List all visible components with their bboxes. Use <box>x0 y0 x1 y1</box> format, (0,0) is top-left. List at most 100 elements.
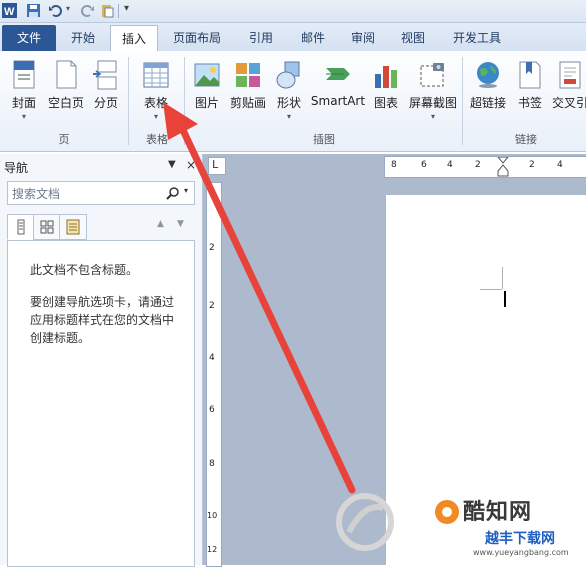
cross-reference-icon <box>559 61 581 89</box>
page-break-button[interactable]: 分页 <box>88 56 124 134</box>
blank-page-button[interactable]: 空白页 <box>44 56 88 134</box>
undo-icon[interactable] <box>48 3 63 18</box>
tab-file[interactable]: 文件 <box>2 25 56 51</box>
vertical-ruler[interactable]: 2 2 4 6 8 10 12 <box>206 182 222 567</box>
smartart-button[interactable]: SmartArt <box>308 56 368 134</box>
chart-icon <box>375 66 397 88</box>
chevron-down-icon: ▾ <box>21 112 26 121</box>
ruler-tick: 8 <box>391 160 397 170</box>
navigation-tabs: ▲ ▼ <box>7 214 193 240</box>
chart-button[interactable]: 图表 <box>368 56 404 134</box>
cover-label: 封面 <box>11 96 36 110</box>
search-options-icon[interactable]: ▾ <box>184 186 188 195</box>
results-list-icon <box>66 219 80 235</box>
close-icon[interactable]: × <box>186 158 196 172</box>
quick-access-toolbar: W ▾ ▾ <box>0 0 586 23</box>
help-line-2: 应用标题样式在您的文档中 <box>30 313 175 327</box>
search-icon[interactable] <box>166 186 180 200</box>
ruler-tick: 8 <box>209 459 215 469</box>
watermark-brand: 酷知网 <box>463 500 533 525</box>
bookmark-icon <box>519 61 541 89</box>
pane-options-icon[interactable]: ▼ <box>168 159 176 170</box>
qat-divider <box>118 4 119 18</box>
chevron-down-icon: ▾ <box>430 112 435 121</box>
tab-view[interactable]: 视图 <box>390 27 436 49</box>
tab-home[interactable]: 开始 <box>60 27 106 49</box>
tab-mailings[interactable]: 邮件 <box>290 27 336 49</box>
clipart-label: 剪贴画 <box>229 96 266 110</box>
search-input[interactable]: 搜索文档 ▾ <box>7 181 195 205</box>
table-button[interactable]: 表格 ▾ <box>136 56 176 134</box>
clipart-icon <box>236 63 260 87</box>
watermark: 酷知网 越丰下载网 www.yueyangbang.com <box>335 488 586 565</box>
tab-developer[interactable]: 开发工具 <box>442 27 512 49</box>
ruler-tick: 4 <box>557 160 563 170</box>
ribbon-tabs: 文件 开始 插入 页面布局 引用 邮件 审阅 视图 开发工具 <box>0 23 586 53</box>
margin-corner-mark <box>502 267 503 289</box>
picture-label: 图片 <box>194 96 219 110</box>
customize-icon[interactable]: ▾ <box>124 3 129 14</box>
screenshot-button[interactable]: 屏幕截图 ▾ <box>406 56 460 134</box>
tab-review[interactable]: 审阅 <box>340 27 386 49</box>
tab-browse-results[interactable] <box>59 214 87 240</box>
ruler-tick: 2 <box>209 301 215 311</box>
word-icon[interactable]: W <box>2 3 17 18</box>
tab-browse-pages[interactable] <box>33 214 61 240</box>
cross-reference-button[interactable]: 交叉引 <box>550 56 586 134</box>
hyperlink-label: 超链接 <box>469 96 506 110</box>
table-label: 表格 <box>143 96 168 110</box>
watermark-site: www.yueyangbang.com <box>473 548 569 557</box>
picture-button[interactable]: 图片 <box>188 56 226 134</box>
bookmark-button[interactable]: 书签 <box>512 56 548 134</box>
paste-format-icon[interactable] <box>100 3 115 18</box>
save-icon[interactable] <box>26 3 41 18</box>
ruler-tick: 4 <box>209 353 215 363</box>
indent-marker-icon[interactable] <box>497 157 509 177</box>
previous-icon[interactable]: ▲ <box>157 219 164 229</box>
search-placeholder: 搜索文档 <box>12 187 61 201</box>
blank-page-label: 空白页 <box>47 96 84 110</box>
group-label-illustrations: 插图 <box>313 133 335 146</box>
hyperlink-button[interactable]: 超链接 <box>466 56 510 134</box>
tab-browse-headings[interactable] <box>7 214 35 240</box>
group-label-pages: 页 <box>58 133 70 146</box>
chart-label: 图表 <box>373 96 398 110</box>
ruler-tick: 10 <box>207 511 218 520</box>
margin-corner-mark <box>480 289 502 290</box>
ruler-tick: 2 <box>529 160 535 170</box>
page-break-label: 分页 <box>93 96 118 110</box>
brand-logo-icon <box>435 500 459 524</box>
group-label-links: 链接 <box>515 133 537 146</box>
page-break-icon <box>93 60 117 90</box>
chevron-down-icon: ▾ <box>286 112 291 121</box>
bookmark-label: 书签 <box>517 96 542 110</box>
text-cursor <box>504 291 506 307</box>
ruler-tick: 2 <box>475 160 481 170</box>
tab-references[interactable]: 引用 <box>238 27 284 49</box>
shapes-label: 形状 <box>276 96 301 110</box>
tab-page-layout[interactable]: 页面布局 <box>164 27 230 49</box>
globe-link-icon <box>477 62 499 88</box>
shapes-button[interactable]: 形状 ▾ <box>272 56 306 134</box>
clipart-button[interactable]: 剪贴画 <box>226 56 270 134</box>
next-icon[interactable]: ▼ <box>177 219 184 229</box>
group-label-tables: 表格 <box>146 133 168 146</box>
blank-page-icon <box>56 60 77 89</box>
ruler-tick: 6 <box>421 160 427 170</box>
picture-icon <box>194 63 220 87</box>
tab-insert[interactable]: 插入 <box>110 25 158 53</box>
smartart-label: SmartArt <box>310 94 366 108</box>
shapes-icon <box>276 61 300 89</box>
group-divider <box>462 57 463 145</box>
group-divider <box>184 57 185 145</box>
screenshot-label: 屏幕截图 <box>408 96 457 110</box>
undo-dropdown-icon[interactable]: ▾ <box>66 4 70 13</box>
cover-page-icon <box>13 60 35 89</box>
cover-button[interactable]: 封面 ▾ <box>4 56 44 134</box>
ruler-tick: 6 <box>209 405 215 415</box>
pages-grid-icon <box>40 220 54 234</box>
tab-selector-button[interactable]: L <box>208 157 226 175</box>
horizontal-ruler[interactable]: 8 6 4 2 2 4 <box>384 156 586 178</box>
redo-icon[interactable] <box>80 3 95 18</box>
headings-icon <box>17 219 25 235</box>
